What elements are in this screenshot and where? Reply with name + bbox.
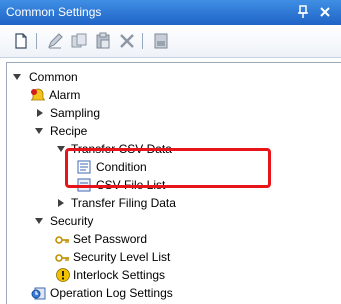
new-icon[interactable] xyxy=(12,32,30,50)
tree-item-recipe[interactable]: Recipe xyxy=(7,123,337,139)
pin-icon[interactable] xyxy=(296,4,310,20)
toolbar xyxy=(0,25,341,58)
title-bar: Common Settings xyxy=(0,0,341,25)
copy-icon[interactable] xyxy=(70,32,88,50)
tree-label: Common xyxy=(29,70,78,84)
expanded-arrow-icon[interactable] xyxy=(34,213,44,229)
tree-item-security[interactable]: Security xyxy=(7,213,337,229)
tree-item-security-level-list[interactable]: Security Level List xyxy=(7,249,337,265)
warning-icon xyxy=(56,268,70,282)
tree-label: Security xyxy=(50,214,94,228)
toolbar-separator xyxy=(142,33,143,49)
properties-icon[interactable] xyxy=(152,32,170,50)
key-icon xyxy=(55,236,69,244)
collapsed-arrow-icon[interactable] xyxy=(35,105,45,121)
tree-label: Transfer Filing Data xyxy=(71,196,176,210)
close-icon[interactable] xyxy=(318,4,332,20)
tree-item-set-password[interactable]: Set Password xyxy=(7,231,337,247)
tree-item-operation-log-settings[interactable]: Operation Log Settings xyxy=(7,285,337,301)
tree-item-transfer-filing-data[interactable]: Transfer Filing Data xyxy=(7,195,337,211)
toolbar-separator xyxy=(36,33,37,49)
tree-item-sampling[interactable]: Sampling xyxy=(7,105,337,121)
edit-icon[interactable] xyxy=(46,32,64,50)
tree-label: Recipe xyxy=(50,124,88,138)
tree-item-alarm[interactable]: Alarm xyxy=(7,87,337,103)
key-icon xyxy=(55,254,69,262)
common-settings-panel: Common Settings Common Alarm Sampling Re… xyxy=(0,0,341,304)
expanded-arrow-icon[interactable] xyxy=(34,123,44,139)
tree-item-interlock-settings[interactable]: Interlock Settings xyxy=(7,267,337,283)
tree-label: Operation Log Settings xyxy=(50,286,173,300)
operation-log-icon xyxy=(31,287,46,300)
paste-icon[interactable] xyxy=(94,32,112,50)
tree-label: Set Password xyxy=(73,232,148,246)
alarm-icon xyxy=(30,88,46,101)
collapsed-arrow-icon[interactable] xyxy=(56,195,66,211)
delete-icon[interactable] xyxy=(118,32,136,50)
tree-label: Sampling xyxy=(50,106,101,120)
expanded-arrow-icon[interactable] xyxy=(12,69,22,85)
tree-item-common[interactable]: Common xyxy=(7,69,337,85)
tree-label: Security Level List xyxy=(73,250,171,264)
panel-title: Common Settings xyxy=(6,5,102,19)
tree-label: Alarm xyxy=(49,88,81,102)
tree-label: Interlock Settings xyxy=(73,268,166,282)
condition-highlight-box xyxy=(65,148,271,188)
